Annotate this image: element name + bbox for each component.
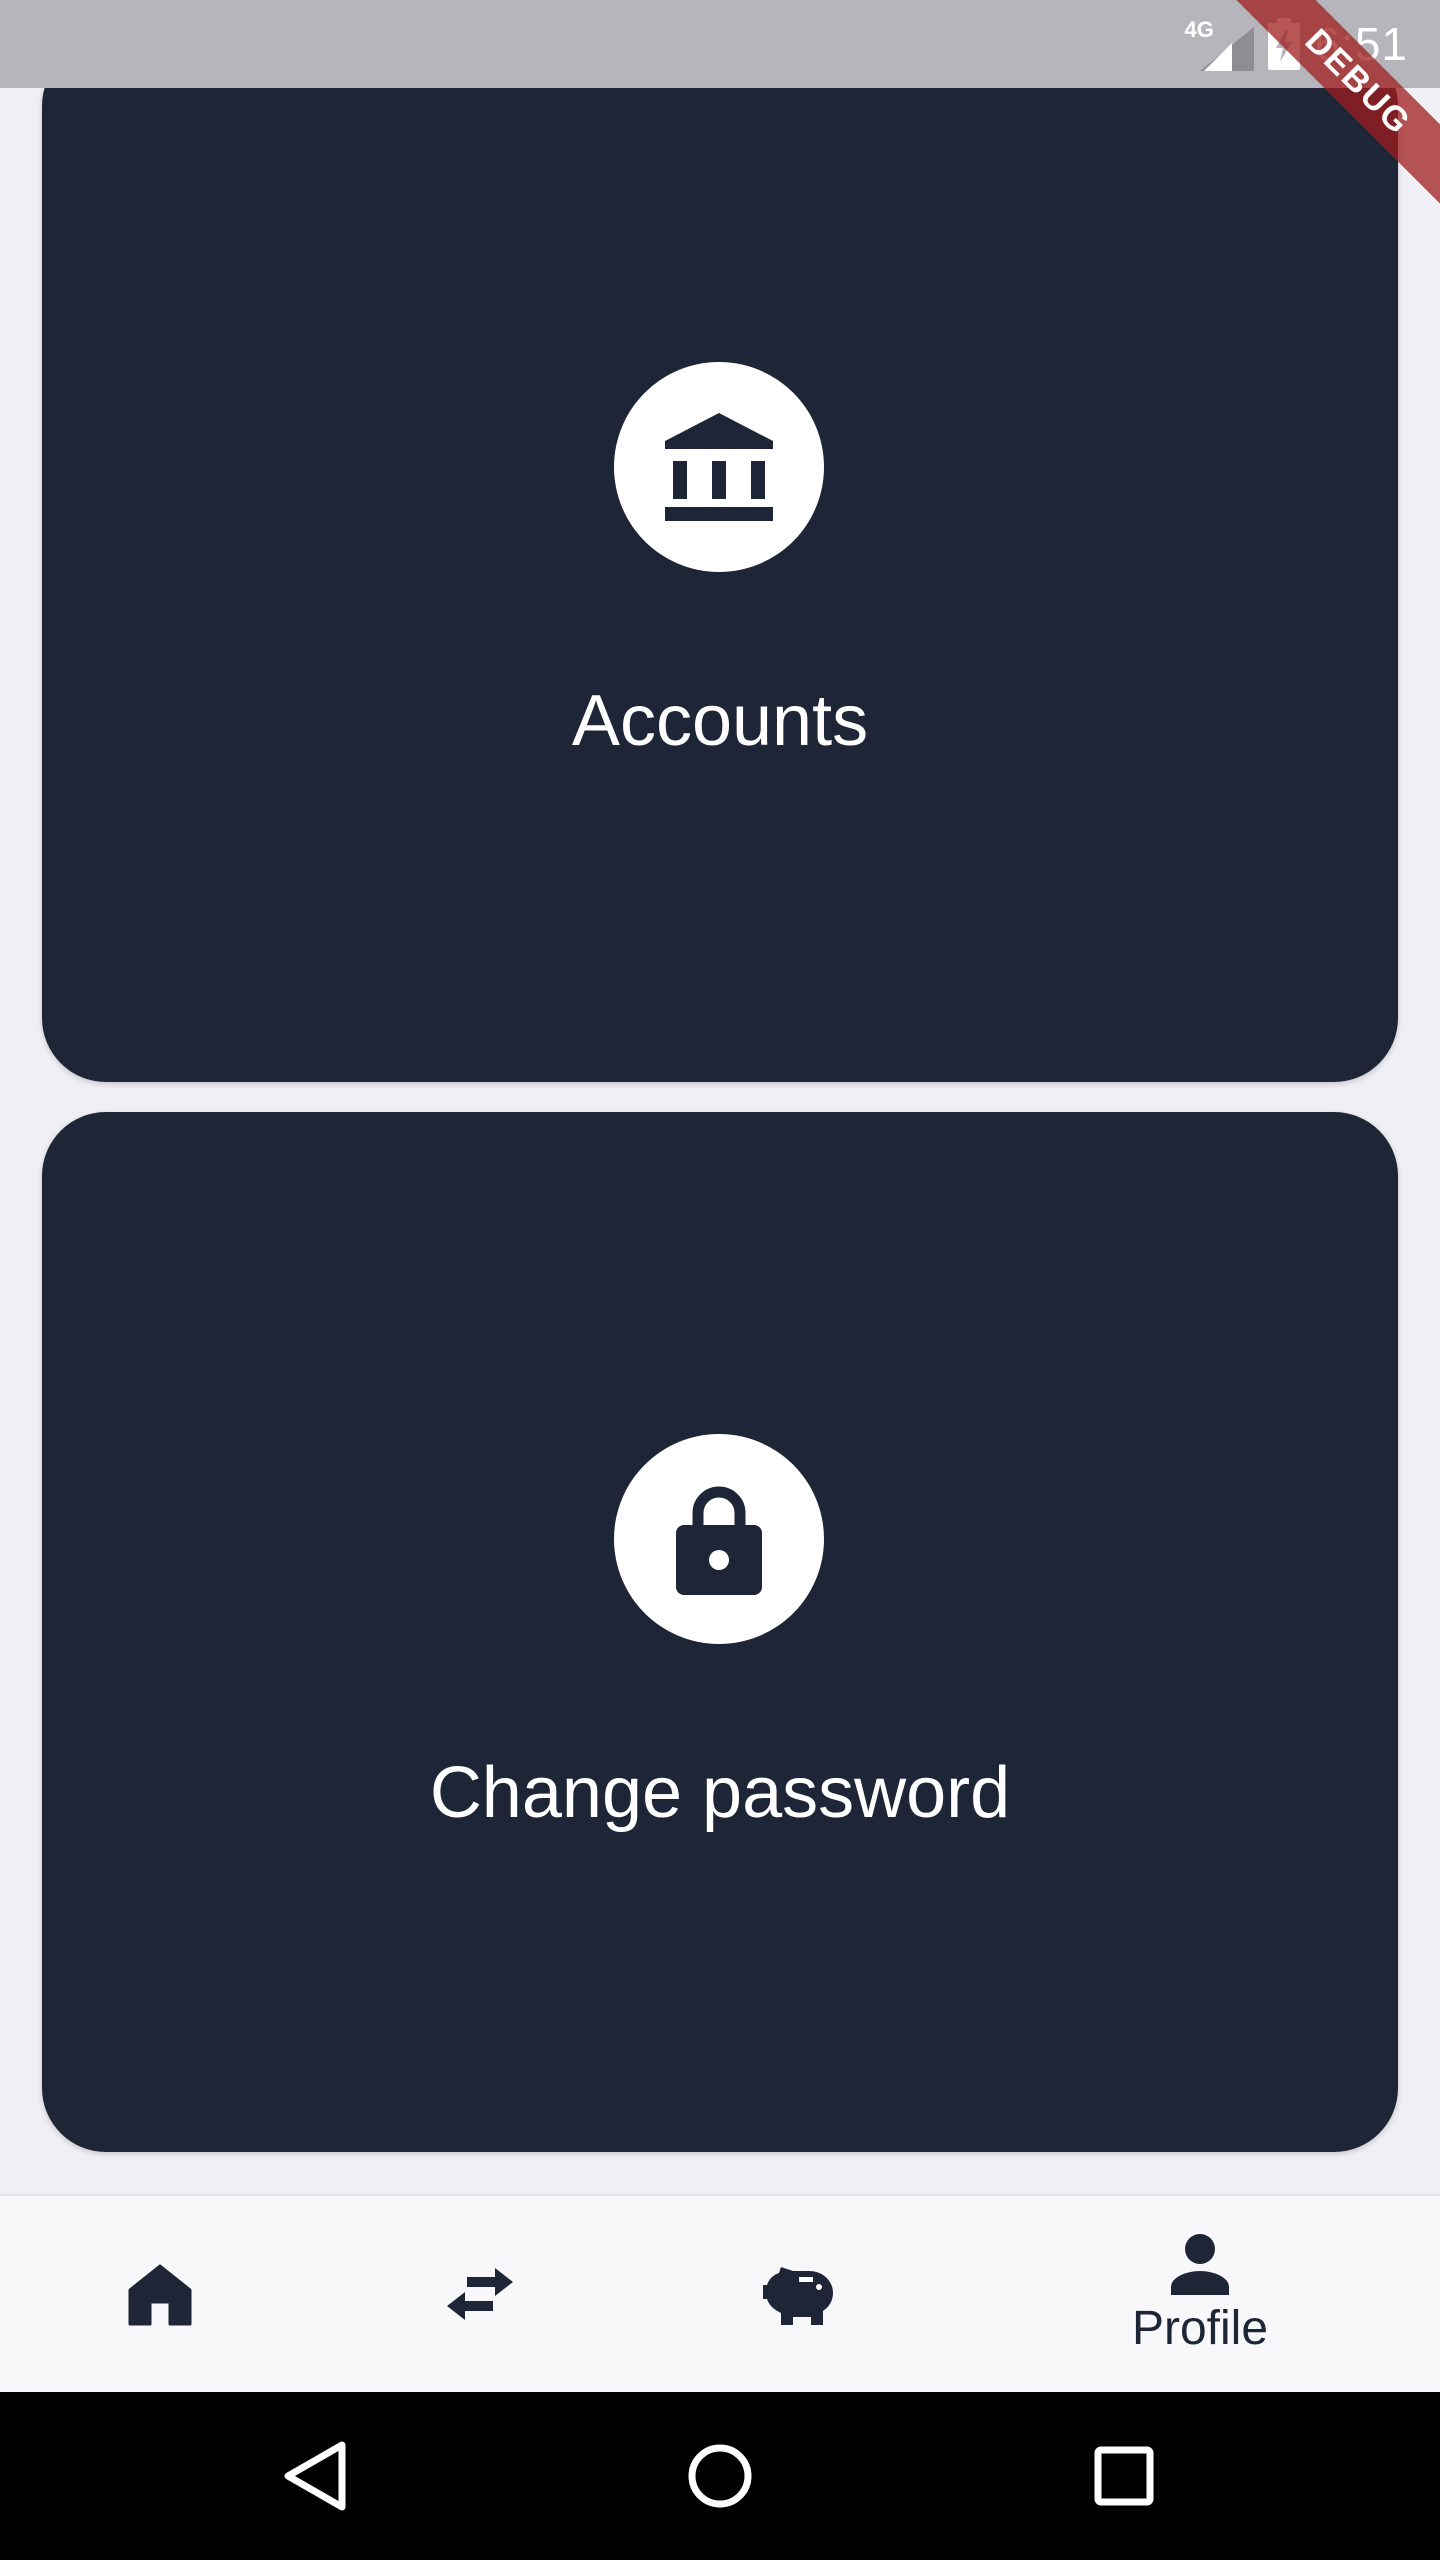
- person-icon: [1171, 2233, 1229, 2295]
- bank-icon: [665, 413, 773, 521]
- home-circle-icon: [688, 2444, 752, 2508]
- nav-label-profile: Profile: [1131, 2301, 1269, 2355]
- system-navigation-bar: [0, 2392, 1440, 2560]
- change-password-label: Change password: [429, 1753, 1011, 1833]
- status-bar: 4G 6:51: [0, 0, 1440, 88]
- change-password-card[interactable]: Change password: [42, 1112, 1398, 2152]
- network-indicator: 4G: [1184, 17, 1255, 71]
- piggy-bank-icon: [763, 2267, 833, 2325]
- system-recent-apps-button[interactable]: [1084, 2436, 1164, 2516]
- lock-icon: [676, 1486, 762, 1595]
- system-back-button[interactable]: [276, 2436, 356, 2516]
- system-home-button[interactable]: [680, 2436, 760, 2516]
- nav-item-profile[interactable]: Profile: [1080, 2196, 1320, 2392]
- home-icon: [128, 2264, 192, 2326]
- back-icon: [284, 2441, 346, 2511]
- accounts-card[interactable]: Accounts: [42, 42, 1398, 1082]
- accounts-icon-circle: [614, 362, 824, 572]
- accounts-label: Accounts: [571, 681, 869, 761]
- swap-arrows-icon: [447, 2268, 513, 2320]
- recent-apps-icon: [1094, 2446, 1154, 2506]
- nav-item-transfers[interactable]: [380, 2196, 580, 2392]
- signal-icon: [1200, 27, 1255, 71]
- app-screen: 4G 6:51 DEBUG Accounts Change password P…: [0, 0, 1440, 2560]
- password-icon-circle: [614, 1434, 824, 1644]
- nav-item-home[interactable]: [60, 2196, 260, 2392]
- nav-item-savings[interactable]: [700, 2196, 900, 2392]
- bottom-navigation-bar: Profile: [0, 2196, 1440, 2392]
